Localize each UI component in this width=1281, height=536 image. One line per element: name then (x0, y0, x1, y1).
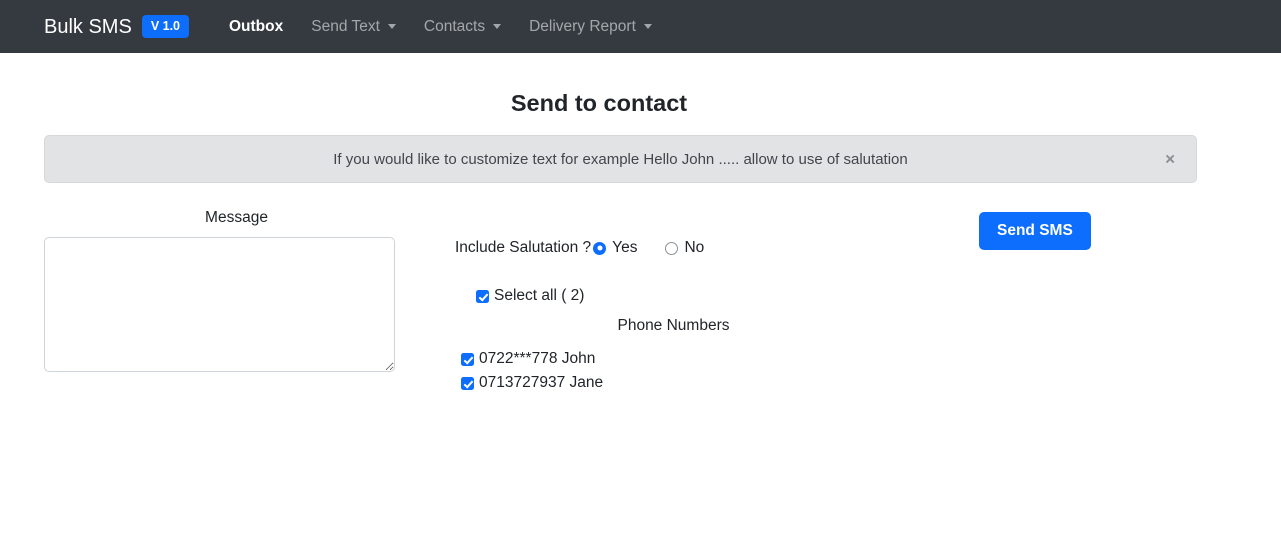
salutation-radio-yes-label: Yes (612, 239, 638, 256)
chevron-down-icon (387, 24, 396, 29)
contact-checkbox[interactable] (461, 352, 474, 366)
contact-label: 0713727937 Jane (479, 374, 604, 391)
nav-item-outbox[interactable]: Outbox (215, 10, 297, 44)
info-alert: If you would like to customize text for … (44, 135, 1197, 183)
main-navbar: Bulk SMS V 1.0 Outbox Send Text Contacts… (0, 0, 1281, 53)
salutation-question: Include Salutation ? (455, 239, 592, 256)
salutation-radio-yes[interactable] (593, 241, 607, 255)
nav-item-contacts[interactable]: Contacts (410, 10, 515, 44)
message-column: Message (44, 209, 429, 372)
close-icon[interactable]: × (1161, 149, 1179, 170)
salutation-radio-no[interactable] (665, 241, 679, 255)
contact-checkbox[interactable] (461, 376, 474, 390)
salutation-row: Include Salutation ? Yes No (455, 239, 949, 257)
page-title: Send to contact (510, 90, 688, 116)
select-all-row[interactable]: Select all ( 2) (476, 287, 949, 305)
nav-items: Outbox Send Text Contacts Delivery Repor… (215, 10, 666, 44)
salutation-option-yes[interactable]: Yes (593, 239, 637, 257)
list-item[interactable]: 0713727937 Jane (461, 371, 949, 395)
chevron-down-icon (643, 24, 652, 29)
salutation-option-no[interactable]: No (665, 239, 704, 257)
select-all-label: Select all ( 2) (494, 287, 585, 304)
send-form: Message Include Salutation ? Yes No Sele… (44, 209, 1197, 395)
nav-item-delivery-report[interactable]: Delivery Report (515, 10, 666, 44)
nav-item-send-text[interactable]: Send Text (297, 10, 410, 44)
salutation-radio-no-label: No (684, 239, 705, 256)
select-all-checkbox[interactable] (476, 289, 489, 303)
chevron-down-icon (493, 24, 502, 29)
nav-item-outbox-label: Outbox (229, 17, 284, 35)
list-item[interactable]: 0722***778 John (461, 347, 949, 371)
send-sms-button[interactable]: Send SMS (979, 212, 1091, 250)
brand-name: Bulk SMS (44, 15, 132, 38)
contact-label: 0722***778 John (479, 350, 596, 367)
action-column: Send SMS (949, 209, 1197, 250)
message-label: Message (205, 209, 268, 226)
message-input[interactable] (44, 237, 395, 372)
version-badge: V 1.0 (141, 15, 189, 38)
brand-block[interactable]: Bulk SMS V 1.0 (44, 15, 189, 38)
nav-item-send-text-label: Send Text (311, 17, 380, 35)
nav-item-delivery-report-label: Delivery Report (529, 17, 636, 35)
phone-numbers-header: Phone Numbers (617, 317, 730, 334)
contact-list: 0722***778 John 0713727937 Jane (455, 347, 949, 395)
page-container: Send to contact If you would like to cus… (44, 53, 1197, 395)
nav-item-contacts-label: Contacts (423, 17, 486, 35)
options-column: Include Salutation ? Yes No Select all (… (429, 209, 949, 395)
info-alert-text: If you would like to customize text for … (333, 150, 908, 168)
